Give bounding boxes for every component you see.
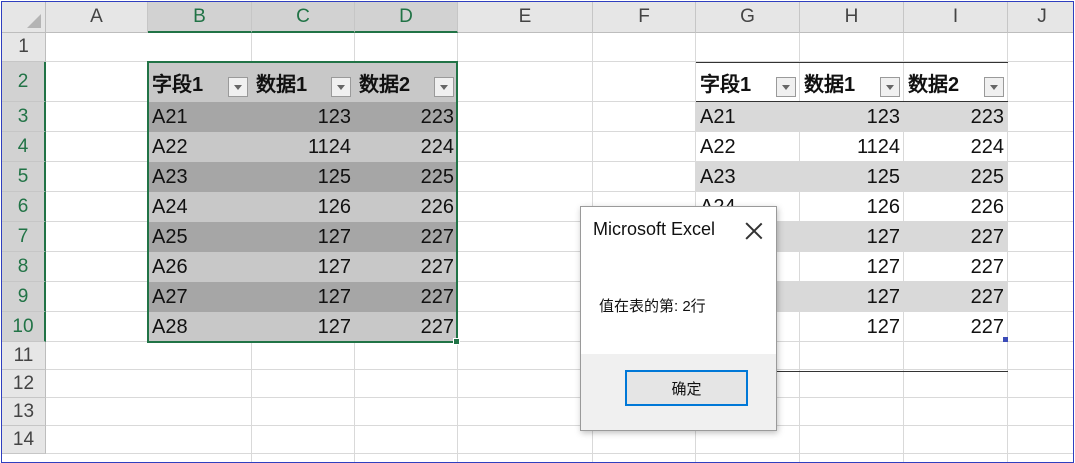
table-cell[interactable]: 127 — [252, 252, 355, 282]
table-cell[interactable]: 127 — [800, 312, 904, 342]
table-cell[interactable]: 125 — [800, 162, 904, 192]
row-header-4[interactable]: 4 — [2, 132, 46, 162]
row-header-12[interactable]: 12 — [2, 370, 46, 398]
table-cell[interactable]: A21 — [696, 102, 800, 132]
column-header-f[interactable]: F — [593, 2, 696, 33]
filter-dropdown-button[interactable] — [776, 77, 796, 97]
table-cell[interactable]: 225 — [355, 162, 458, 192]
table-cell[interactable]: 227 — [904, 282, 1008, 312]
filter-dropdown-button[interactable] — [331, 77, 351, 97]
filter-dropdown-button[interactable] — [434, 77, 454, 97]
column-header-c[interactable]: C — [252, 2, 355, 33]
chevron-down-icon — [990, 85, 998, 90]
row-header-1[interactable]: 1 — [2, 33, 46, 62]
row-header-9[interactable]: 9 — [2, 282, 46, 312]
chevron-down-icon — [234, 85, 242, 90]
gridline-h — [46, 369, 1073, 370]
table-cell[interactable]: A22 — [696, 132, 800, 162]
row-header-8[interactable]: 8 — [2, 252, 46, 282]
table-resize-handle[interactable] — [1003, 337, 1008, 342]
table-cell[interactable]: 227 — [904, 312, 1008, 342]
row-header-2[interactable]: 2 — [2, 62, 46, 102]
row-header-14[interactable]: 14 — [2, 426, 46, 454]
table-cell[interactable]: 227 — [355, 252, 458, 282]
chevron-down-icon — [782, 85, 790, 90]
table-cell[interactable]: 227 — [355, 222, 458, 252]
table-cell[interactable]: 127 — [800, 282, 904, 312]
table-cell[interactable]: 227 — [904, 222, 1008, 252]
chevron-down-icon — [886, 85, 894, 90]
table-cell[interactable]: 1124 — [252, 132, 355, 162]
chevron-down-icon — [337, 85, 345, 90]
table-cell[interactable]: 123 — [800, 102, 904, 132]
table-cell[interactable]: A22 — [148, 132, 252, 162]
table-cell[interactable]: A21 — [148, 102, 252, 132]
table-cell[interactable]: A25 — [148, 222, 252, 252]
row-header-10[interactable]: 10 — [2, 312, 46, 342]
table-cell[interactable]: A23 — [148, 162, 252, 192]
select-all-corner[interactable] — [2, 2, 46, 33]
table-cell[interactable]: 127 — [800, 252, 904, 282]
select-all-triangle-icon — [27, 14, 41, 28]
ok-button[interactable]: 确定 — [625, 370, 748, 406]
gridline-h — [46, 397, 1073, 398]
table-cell[interactable]: 127 — [252, 282, 355, 312]
table-cell[interactable]: A26 — [148, 252, 252, 282]
table-cell[interactable]: 127 — [800, 222, 904, 252]
column-header-j[interactable]: J — [1008, 2, 1073, 33]
table-cell[interactable]: A23 — [696, 162, 800, 192]
table-cell[interactable]: 1124 — [800, 132, 904, 162]
filter-dropdown-button[interactable] — [228, 77, 248, 97]
close-icon[interactable] — [744, 221, 764, 241]
column-header-i[interactable]: I — [904, 2, 1008, 33]
column-header-b[interactable]: B — [148, 2, 252, 33]
table-cell[interactable]: 227 — [355, 312, 458, 342]
filter-dropdown-button[interactable] — [984, 77, 1004, 97]
row-header-13[interactable]: 13 — [2, 398, 46, 426]
table-cell[interactable]: 225 — [904, 162, 1008, 192]
message-box: Microsoft Excel 值在表的第: 2行 确定 — [580, 206, 777, 431]
gridline-h — [46, 425, 1073, 426]
table-border-line — [696, 62, 1008, 63]
filter-dropdown-button[interactable] — [880, 77, 900, 97]
table-cell[interactable]: 223 — [355, 102, 458, 132]
gridline-h — [46, 453, 1073, 454]
column-header-h[interactable]: H — [800, 2, 904, 33]
table-cell[interactable]: 224 — [904, 132, 1008, 162]
column-header-g[interactable]: G — [696, 2, 800, 33]
column-header-e[interactable]: E — [458, 2, 593, 33]
dialog-footer: 确定 — [581, 354, 776, 430]
fill-handle[interactable] — [453, 338, 460, 345]
spreadsheet-grid[interactable]: ABCDEFGHIJ 1 2 3 4 5 6 7 8 9 10 11 12 13 14 字段1 数据1 数据2… — [1, 1, 1074, 463]
table-cell[interactable]: 226 — [904, 192, 1008, 222]
column-header-a[interactable]: A — [46, 2, 148, 33]
table-cell[interactable]: 223 — [904, 102, 1008, 132]
table-cell[interactable]: 227 — [355, 282, 458, 312]
chevron-down-icon — [440, 85, 448, 90]
table-cell[interactable]: 226 — [355, 192, 458, 222]
row-header-6[interactable]: 6 — [2, 192, 46, 222]
table-cell[interactable]: A27 — [148, 282, 252, 312]
table-cell[interactable]: 127 — [252, 312, 355, 342]
row-header-11[interactable]: 11 — [2, 342, 46, 370]
table-cell[interactable]: A24 — [148, 192, 252, 222]
dialog-title: Microsoft Excel — [593, 219, 716, 239]
column-header-d[interactable]: D — [355, 2, 458, 33]
table-cell[interactable]: A28 — [148, 312, 252, 342]
table-cell[interactable]: 126 — [800, 192, 904, 222]
table-cell[interactable]: 125 — [252, 162, 355, 192]
table-cell[interactable]: 123 — [252, 102, 355, 132]
table-cell[interactable]: 227 — [904, 252, 1008, 282]
row-header-5[interactable]: 5 — [2, 162, 46, 192]
table-cell[interactable]: 127 — [252, 222, 355, 252]
table-cell[interactable]: 224 — [355, 132, 458, 162]
table-border-line — [696, 101, 1008, 102]
row-header-7[interactable]: 7 — [2, 222, 46, 252]
table-cell[interactable]: 126 — [252, 192, 355, 222]
dialog-message: 值在表的第: 2行 — [599, 298, 706, 315]
row-header-3[interactable]: 3 — [2, 102, 46, 132]
